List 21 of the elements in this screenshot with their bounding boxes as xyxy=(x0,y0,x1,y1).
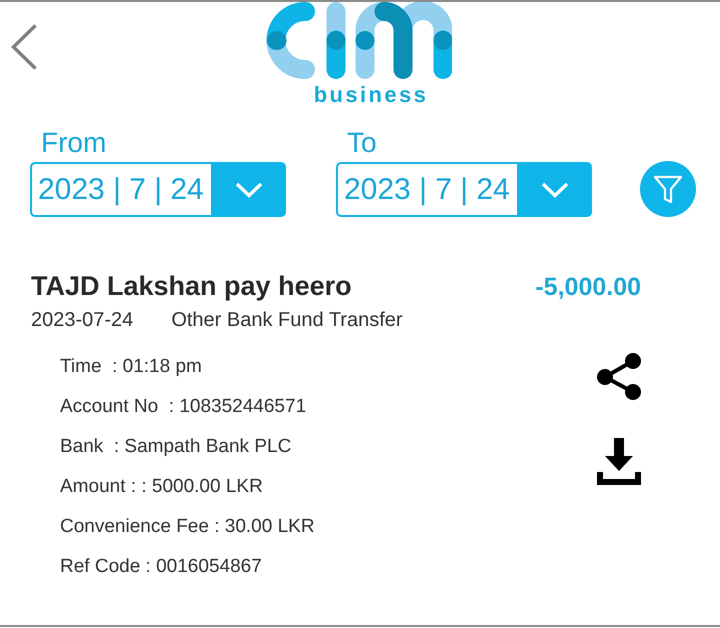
transaction-date: 2023-07-24 xyxy=(31,308,134,332)
transaction-amount: -5,000.00 xyxy=(535,273,641,302)
chevron-down-icon xyxy=(234,182,262,198)
detail-text: Amount : : 5000.00 LKR xyxy=(60,475,263,499)
date-label: To xyxy=(346,127,377,159)
share-icon[interactable] xyxy=(597,353,641,400)
chevron-down-icon xyxy=(540,182,568,198)
detail-text: Time : 01:18 pm xyxy=(60,355,202,379)
dropdown-button[interactable] xyxy=(517,162,592,217)
date-label: From xyxy=(40,127,106,159)
filter-icon xyxy=(653,174,683,204)
detail-text: Account No : 108352446571 xyxy=(60,395,306,419)
transaction-type: Other Bank Fund Transfer xyxy=(171,308,403,332)
detail-text: Bank : Sampath Bank PLC xyxy=(60,435,292,459)
logo-caption: business xyxy=(314,82,428,108)
dropdown-button[interactable] xyxy=(211,162,286,217)
transaction-title: TAJD Lakshan pay heero xyxy=(31,270,352,302)
detail-text: Convenience Fee : 30.00 LKR xyxy=(60,515,315,539)
detail-text: Ref Code : 0016054867 xyxy=(60,555,262,579)
download-icon[interactable] xyxy=(597,438,641,485)
back-icon[interactable] xyxy=(11,24,37,70)
